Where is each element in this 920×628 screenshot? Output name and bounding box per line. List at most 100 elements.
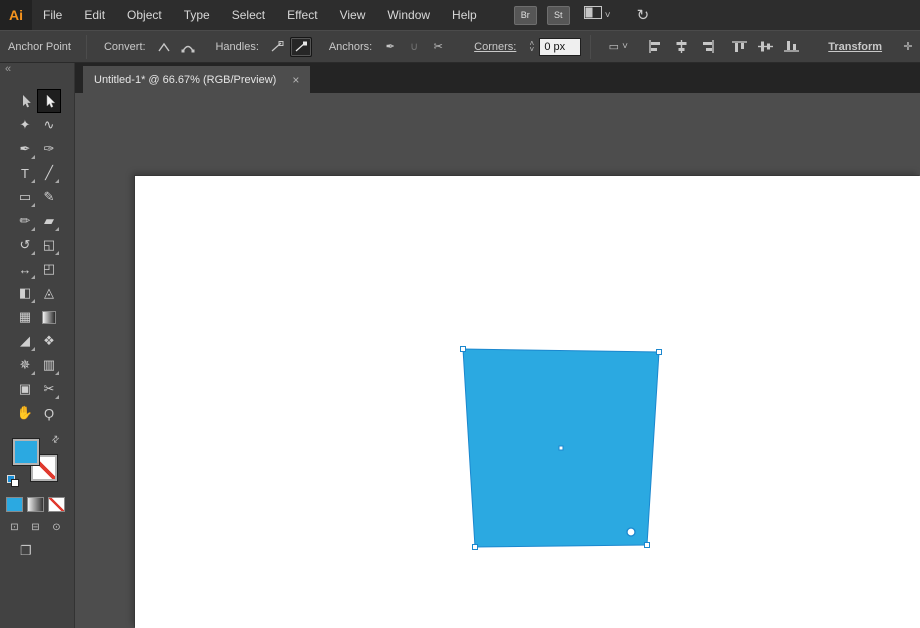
artboard-tool[interactable]: ▣	[13, 377, 37, 401]
slice-tool[interactable]: ✂	[37, 377, 61, 401]
tools-panel: « ✦ ∿ ✒ ✑ T ╱ ▭ ✎ ✏ ▰ ↺ ◱ ↔ ◰ ◧ ◬ ▦ ◢ ❖ …	[0, 63, 75, 628]
menu-bar: Ai File Edit Object Type Select Effect V…	[0, 0, 920, 30]
draw-normal-button[interactable]: ⊡	[6, 520, 23, 535]
document-tab-title: Untitled-1* @ 66.67% (RGB/Preview)	[94, 73, 277, 86]
anchor-point[interactable]	[644, 542, 650, 548]
align-left-button[interactable]	[644, 37, 666, 57]
workspace-switcher[interactable]: ˅	[583, 6, 611, 24]
close-icon[interactable]: ×	[292, 73, 299, 87]
color-button[interactable]	[6, 497, 23, 512]
default-fill-stroke-icon[interactable]	[7, 475, 21, 487]
document-tab-bar: Untitled-1* @ 66.67% (RGB/Preview) ×	[75, 63, 920, 93]
menu-file[interactable]: File	[32, 0, 73, 30]
vertical-align-group	[726, 37, 804, 57]
eyedropper-tool[interactable]: ◢	[13, 329, 37, 353]
menu-edit[interactable]: Edit	[73, 0, 116, 30]
symbol-sprayer-tool[interactable]: ✵	[13, 353, 37, 377]
blend-tool[interactable]: ❖	[37, 329, 61, 353]
mesh-tool[interactable]: ▦	[13, 305, 37, 329]
scale-tool[interactable]: ◱	[37, 233, 61, 257]
gradient-icon	[42, 310, 56, 324]
document-tab[interactable]: Untitled-1* @ 66.67% (RGB/Preview) ×	[83, 66, 311, 93]
menu-effect[interactable]: Effect	[276, 0, 328, 30]
magic-wand-tool[interactable]: ✦	[13, 113, 37, 137]
eraser-tool[interactable]: ▰	[37, 209, 61, 233]
gradient-tool[interactable]	[37, 305, 61, 329]
line-segment-tool[interactable]: ╱	[37, 161, 61, 185]
lasso-tool[interactable]: ∿	[37, 113, 61, 137]
curvature-tool[interactable]: ✑	[37, 137, 61, 161]
tools-grid: ✦ ∿ ✒ ✑ T ╱ ▭ ✎ ✏ ▰ ↺ ◱ ↔ ◰ ◧ ◬ ▦ ◢ ❖ ✵ …	[13, 89, 61, 425]
align-right-button[interactable]	[696, 37, 718, 57]
live-corner-widget[interactable]	[626, 527, 636, 537]
app-logo: Ai	[0, 0, 32, 30]
none-button[interactable]	[48, 497, 65, 512]
corners-input[interactable]	[539, 37, 582, 56]
convert-label: Convert:	[103, 40, 146, 53]
panel-collapse-button[interactable]: «	[0, 63, 74, 81]
control-bar: Anchor Point Convert: Handles: Anchors: …	[0, 30, 920, 63]
align-middle-button[interactable]	[754, 37, 776, 57]
menu-type[interactable]: Type	[173, 0, 221, 30]
isolate-selected-object-button[interactable]: ✛	[897, 37, 919, 57]
context-label: Anchor Point	[8, 40, 71, 53]
anchor-point[interactable]	[460, 346, 466, 352]
remove-anchor-button[interactable]: ✒	[379, 37, 401, 57]
screen-mode-button[interactable]: ❐	[20, 543, 32, 559]
paintbrush-tool[interactable]: ✎	[37, 185, 61, 209]
width-tool[interactable]: ↔	[13, 257, 37, 281]
column-graph-tool[interactable]: ▥	[37, 353, 61, 377]
connect-endpoints-button[interactable]: ∪	[403, 37, 425, 57]
menu-help[interactable]: Help	[441, 0, 488, 30]
selection-tool[interactable]	[13, 89, 37, 113]
corners-stepper[interactable]: ˄ ˅	[526, 39, 537, 53]
chevron-down-icon: ˅	[604, 9, 611, 21]
anchors-label: Anchors:	[328, 40, 373, 53]
corners-link[interactable]: Corners:	[474, 41, 516, 53]
shape-builder-tool[interactable]: ◧	[13, 281, 37, 305]
cut-path-button[interactable]: ✂	[427, 37, 449, 57]
anchor-point[interactable]	[472, 544, 478, 550]
hide-handles-button[interactable]	[289, 36, 312, 57]
rotate-tool[interactable]: ↺	[13, 233, 37, 257]
hand-tool[interactable]: ✋	[13, 401, 37, 425]
draw-inside-button[interactable]: ⊙	[48, 520, 65, 535]
stock-button[interactable]: St	[546, 5, 570, 25]
fill-swatch[interactable]	[12, 438, 40, 466]
show-handles-button[interactable]	[266, 37, 288, 57]
type-tool[interactable]: T	[13, 161, 37, 185]
sync-settings-icon[interactable]: ↻	[637, 6, 650, 24]
draw-mode-buttons: ⊡ ⊟ ⊙	[6, 520, 74, 535]
menu-window[interactable]: Window	[376, 0, 441, 30]
anchor-point[interactable]	[656, 349, 662, 355]
shape-icon: ▭	[608, 41, 620, 53]
pencil-tool[interactable]: ✏	[13, 209, 37, 233]
menu-object[interactable]: Object	[116, 0, 173, 30]
rectangle-tool[interactable]: ▭	[13, 185, 37, 209]
zoom-tool[interactable]: Ϙ	[37, 401, 61, 425]
shape-options-button[interactable]: ▭ ˅	[601, 37, 635, 57]
perspective-grid-tool[interactable]: ◬	[37, 281, 61, 305]
canvas[interactable]	[75, 93, 920, 628]
direct-selection-tool[interactable]	[37, 89, 61, 113]
convert-to-corner-button[interactable]	[153, 37, 175, 57]
align-bottom-button[interactable]	[780, 37, 802, 57]
free-transform-tool[interactable]: ◰	[37, 257, 61, 281]
bridge-button[interactable]: Br	[513, 5, 537, 25]
gradient-button[interactable]	[27, 497, 44, 512]
transform-link[interactable]: Transform	[828, 41, 882, 53]
divider	[85, 34, 87, 59]
swap-fill-stroke-icon[interactable]: ⇄	[50, 433, 63, 446]
center-point	[558, 445, 564, 451]
convert-to-smooth-button[interactable]	[177, 37, 199, 57]
handles-label: Handles:	[215, 40, 259, 53]
align-top-button[interactable]	[728, 37, 750, 57]
selection-overlay	[460, 346, 662, 550]
menu-view[interactable]: View	[329, 0, 377, 30]
draw-behind-button[interactable]: ⊟	[27, 520, 44, 535]
workspace-icon	[583, 6, 602, 24]
menu-select[interactable]: Select	[221, 0, 276, 30]
align-center-button[interactable]	[670, 37, 692, 57]
pen-tool[interactable]: ✒	[13, 137, 37, 161]
stepper-down-icon[interactable]: ˅	[529, 45, 534, 53]
